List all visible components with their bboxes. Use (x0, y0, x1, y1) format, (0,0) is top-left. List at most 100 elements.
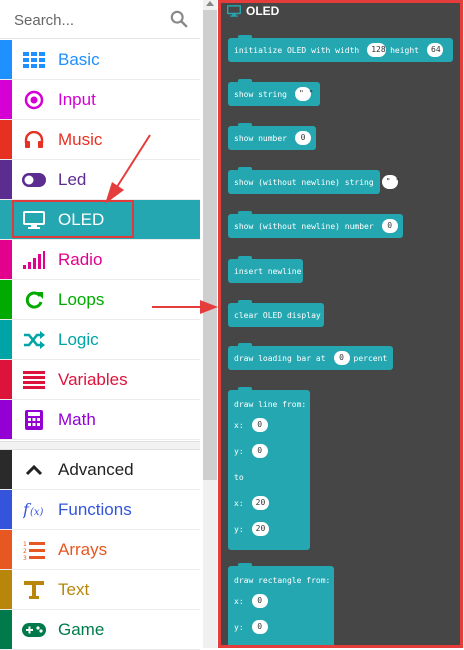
category-logic[interactable]: Logic (0, 320, 200, 360)
toolbox-scrollbar[interactable] (203, 0, 217, 648)
flyout-title: OLED (246, 4, 280, 18)
svg-text:(x): (x) (30, 507, 44, 518)
block-show-string-no-newline[interactable]: show (without newline) string " " (228, 167, 400, 194)
block-text: y: (234, 622, 244, 632)
category-basic[interactable]: Basic (0, 40, 200, 80)
search-bar (0, 0, 200, 39)
block-text: draw loading bar at (234, 353, 326, 363)
block-text: clear OLED display (234, 310, 321, 320)
block-insert-newline[interactable]: insert newline (228, 256, 303, 283)
category-label: Advanced (58, 460, 134, 479)
y-start-input[interactable]: 0 (251, 620, 268, 634)
category-label: Led (58, 170, 87, 189)
y-end-input[interactable]: 20 (251, 522, 270, 536)
block-text: y: (234, 446, 244, 456)
block-row: y: 20 (234, 516, 304, 542)
block-text: x: (234, 596, 244, 606)
category-arrays[interactable]: 123 Arrays (0, 530, 200, 570)
category-stripe (0, 490, 12, 529)
x-end-input[interactable]: 20 (251, 496, 270, 510)
chevron-up-icon (22, 459, 46, 481)
block-row: draw rectangle from: (234, 572, 331, 588)
block-row: y: 0 (234, 438, 304, 464)
x-start-input[interactable]: 0 (251, 418, 268, 432)
signal-bars-icon (22, 249, 46, 271)
block-text: show (without newline) number (234, 221, 374, 231)
category-label: Text (58, 580, 90, 599)
category-functions[interactable]: f (x) Functions (0, 490, 200, 530)
svg-text:3: 3 (23, 555, 27, 560)
block-text: x: (234, 420, 244, 430)
block-draw-rectangle[interactable]: draw rectangle from: x: 0 y: 0 (228, 563, 334, 645)
scroll-up-arrow-icon[interactable] (206, 1, 214, 6)
category-stripe (0, 610, 12, 649)
category-label: Game (58, 620, 105, 639)
block-draw-line[interactable]: draw line from: x: 0 y: 0 to x: 20 y: 20 (228, 387, 310, 550)
category-led[interactable]: Led (0, 160, 200, 200)
numbered-list-icon: 123 (22, 539, 46, 561)
block-text: show string (234, 89, 287, 99)
headphones-icon (22, 129, 46, 151)
category-oled[interactable]: OLED (0, 200, 200, 240)
calculator-icon (22, 409, 46, 431)
string-input[interactable]: " " (294, 87, 313, 101)
block-text: height (390, 45, 419, 55)
width-input[interactable]: 128 (367, 43, 387, 57)
category-stripe (0, 120, 12, 159)
refresh-icon (22, 289, 46, 311)
string-input[interactable]: " " (381, 175, 400, 189)
toolbox-separator (0, 441, 200, 450)
category-radio[interactable]: Radio (0, 240, 200, 280)
category-input[interactable]: Input (0, 80, 200, 120)
category-label: Radio (58, 250, 103, 269)
block-row: x: 0 (234, 588, 328, 614)
category-game[interactable]: Game (0, 610, 200, 650)
block-row: to (234, 464, 304, 490)
category-stripe (0, 160, 12, 199)
block-show-number-no-newline[interactable]: show (without newline) number 0 (228, 211, 403, 238)
category-label: Loops (58, 290, 105, 309)
block-text: x: (234, 498, 244, 508)
search-input[interactable] (12, 6, 166, 34)
block-clear-display[interactable]: clear OLED display (228, 300, 324, 327)
category-stripe (0, 450, 12, 489)
block-text: show number (234, 133, 287, 143)
height-input[interactable]: 64 (427, 43, 443, 57)
block-text: initialize OLED with width (234, 45, 360, 55)
category-music[interactable]: Music (0, 120, 200, 160)
category-label: Input (58, 90, 96, 109)
category-stripe (0, 360, 12, 399)
list-lines-icon (22, 369, 46, 391)
block-draw-loading-bar[interactable]: draw loading bar at 0 percent (228, 343, 393, 370)
category-label: Music (58, 130, 103, 149)
scrollbar-thumb[interactable] (203, 10, 217, 480)
category-variables[interactable]: Variables (0, 360, 200, 400)
category-label: Logic (58, 330, 99, 349)
target-icon (22, 89, 46, 111)
block-text: y: (234, 524, 244, 534)
category-stripe (0, 400, 12, 439)
y-start-input[interactable]: 0 (251, 444, 268, 458)
block-text: draw rectangle from: (234, 575, 331, 585)
category-stripe (0, 240, 12, 279)
svg-text:2: 2 (23, 548, 27, 555)
block-show-number[interactable]: show number 0 (228, 123, 316, 150)
category-label: Variables (58, 370, 128, 389)
x-start-input[interactable]: 0 (251, 594, 268, 608)
number-input[interactable]: 0 (381, 219, 398, 233)
category-stripe (0, 320, 12, 359)
blocks-flyout: OLED initialize OLED with width 128 heig… (218, 0, 463, 648)
percent-input[interactable]: 0 (333, 351, 350, 365)
svg-text:1: 1 (23, 541, 27, 548)
category-stripe (0, 80, 12, 119)
number-input[interactable]: 0 (294, 131, 311, 145)
block-initialize-oled[interactable]: initialize OLED with width 128 height 64 (228, 35, 453, 62)
category-math[interactable]: Math (0, 400, 200, 440)
block-show-string[interactable]: show string " " (228, 79, 320, 106)
category-text[interactable]: Text (0, 570, 200, 610)
search-icon[interactable] (170, 10, 188, 28)
block-text: draw line from: (234, 399, 307, 409)
block-text: percent (353, 353, 388, 363)
category-advanced[interactable]: Advanced (0, 450, 200, 490)
category-loops[interactable]: Loops (0, 280, 200, 320)
